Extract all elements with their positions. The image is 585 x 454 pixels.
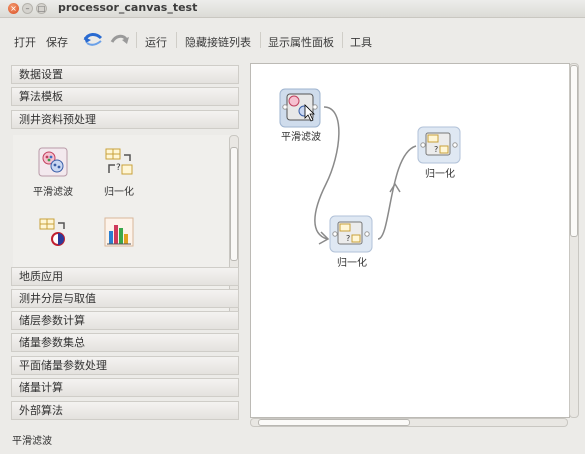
svg-text:?: ? xyxy=(434,145,438,154)
open-button[interactable]: 打开 xyxy=(14,34,36,50)
workflow-canvas[interactable]: 平滑滤波 ? 归一化 ? 归一化 xyxy=(250,63,570,418)
section-geology[interactable]: 地质应用 xyxy=(11,267,239,286)
workflow-link[interactable] xyxy=(377,145,417,240)
section-log-zoning[interactable]: 测井分层与取值 xyxy=(11,289,239,308)
workflow-node-smooth-filter[interactable] xyxy=(279,88,323,128)
main-toolbar: 打开 保存 运行 隐藏接链列表 显示属性面板 工具 xyxy=(0,18,585,58)
maximize-window-button[interactable]: □ xyxy=(36,3,47,14)
canvas-vertical-scrollbar[interactable] xyxy=(569,63,579,418)
section-data-settings[interactable]: 数据设置 xyxy=(11,65,239,84)
toolbar-separator xyxy=(176,32,177,48)
processor-sidebar: 数据设置 算法模板 测井资料预处理 平滑滤波 ? 归一化 地质应用 测井分层与取… xyxy=(11,65,241,421)
save-button[interactable]: 保存 xyxy=(46,34,68,50)
close-window-button[interactable]: × xyxy=(8,3,19,14)
palette-item-smooth-filter[interactable]: 平滑滤波 xyxy=(23,147,83,198)
svg-text:?: ? xyxy=(116,163,121,173)
canvas-horizontal-scrollbar-thumb[interactable] xyxy=(258,419,410,426)
palette-item-bar-chart[interactable] xyxy=(89,217,149,253)
section-algorithm-templates[interactable]: 算法模板 xyxy=(11,87,239,106)
run-button[interactable]: 运行 xyxy=(145,34,167,50)
canvas-vertical-scrollbar-thumb[interactable] xyxy=(570,65,578,237)
section-external-algorithms[interactable]: 外部算法 xyxy=(11,401,239,420)
workflow-node-label: 归一化 xyxy=(337,258,367,269)
toolbar-separator xyxy=(342,32,343,48)
undo-arrow-icon[interactable] xyxy=(82,28,104,50)
section-reservoir-params[interactable]: 储层参数计算 xyxy=(11,311,239,330)
canvas-horizontal-scrollbar[interactable] xyxy=(250,418,568,427)
window-title: processor_canvas_test xyxy=(58,1,198,14)
palette-item-normalize-variant[interactable] xyxy=(23,217,83,253)
palette-item-label: 归一化 xyxy=(104,187,134,198)
toolbar-separator xyxy=(136,32,137,48)
section-reserve-calc[interactable]: 储量计算 xyxy=(11,378,239,397)
palette-item-label: 平滑滤波 xyxy=(33,187,73,198)
redo-arrow-icon[interactable] xyxy=(109,28,131,50)
workflow-node-label: 归一化 xyxy=(425,169,455,180)
window-titlebar: × – □ processor_canvas_test xyxy=(0,0,585,18)
normalize-variant-icon xyxy=(39,218,65,246)
workflow-node-normalize[interactable]: ? xyxy=(417,126,461,166)
palette-item-normalize[interactable]: ? 归一化 xyxy=(89,147,149,198)
hide-links-button[interactable]: 隐藏接链列表 xyxy=(185,34,251,50)
tools-menu-button[interactable]: 工具 xyxy=(350,34,372,50)
status-bar-text: 平滑滤波 xyxy=(12,436,52,447)
workflow-node-normalize[interactable]: ? xyxy=(329,215,373,255)
bar-chart-icon xyxy=(104,217,134,247)
normalize-icon: ? xyxy=(105,148,133,175)
smooth-filter-icon xyxy=(38,147,68,177)
section-reserve-aggregation[interactable]: 储量参数集总 xyxy=(11,333,239,352)
section-log-preprocessing[interactable]: 测井资料预处理 xyxy=(11,110,239,129)
workflow-node-label: 平滑滤波 xyxy=(281,132,321,143)
svg-text:?: ? xyxy=(346,234,350,243)
section-planar-reserve[interactable]: 平面储量参数处理 xyxy=(11,356,239,375)
show-properties-button[interactable]: 显示属性面板 xyxy=(268,34,334,50)
palette-scrollbar-thumb[interactable] xyxy=(230,147,238,261)
minimize-window-button[interactable]: – xyxy=(22,3,33,14)
toolbar-separator xyxy=(260,32,261,48)
